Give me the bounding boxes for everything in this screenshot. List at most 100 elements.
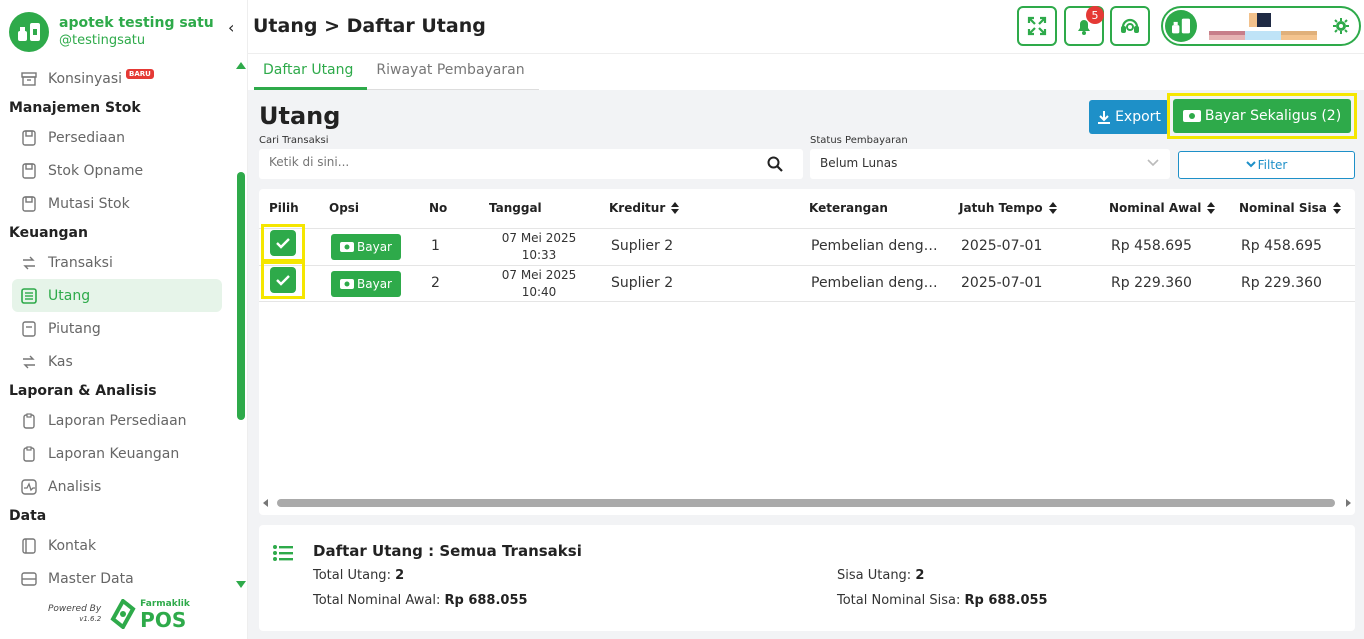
profile-menu[interactable]: [1161, 6, 1361, 46]
farmaklik-icon: [110, 599, 136, 629]
top-header: Utang > Daftar Utang 5: [248, 0, 1364, 54]
status-label: Status Pembayaran: [810, 135, 908, 146]
sisa-utang-value: 2: [915, 568, 925, 583]
cell-nominal-sisa: Rp 229.360: [1241, 275, 1322, 291]
sidebar-item-label: Master Data: [48, 570, 134, 587]
cell-nominal-awal: Rp 458.695: [1111, 238, 1192, 254]
header-nominal-sisa[interactable]: Nominal Sisa: [1239, 201, 1341, 215]
header-keterangan: Keterangan: [809, 201, 888, 215]
box-icon: [20, 70, 38, 88]
headset-icon: [1121, 18, 1139, 33]
section-laporan: Laporan & Analisis: [9, 383, 157, 399]
cell-no: 2: [431, 275, 440, 291]
sidebar-item-konsinyasi[interactable]: Konsinyasi BARU: [0, 62, 222, 95]
cell-nominal-sisa: Rp 458.695: [1241, 238, 1322, 254]
bayar-button[interactable]: Bayar: [331, 234, 401, 260]
report-icon: [20, 445, 38, 463]
pos-label: POS: [140, 608, 187, 632]
filter-button[interactable]: Filter: [1178, 151, 1355, 179]
scroll-down-icon[interactable]: [236, 581, 246, 588]
bayar-button[interactable]: Bayar: [331, 271, 401, 297]
list-icon: [273, 545, 293, 561]
redacted-user-name: [1209, 13, 1317, 40]
table-row[interactable]: Bayar 1 07 Mei 2025 10:33 Suplier 2 Pemb…: [259, 224, 1355, 265]
sidebar-item-master-data[interactable]: Master Data: [0, 562, 222, 595]
section-manajemen-stok: Manajemen Stok: [9, 100, 141, 116]
scroll-right-icon[interactable]: [1346, 499, 1351, 507]
sort-icon: [1207, 202, 1216, 214]
total-awal-value: Rp 688.055: [444, 593, 528, 608]
sidebar-item-kas[interactable]: Kas: [0, 345, 222, 378]
sidebar-scrollbar[interactable]: [236, 62, 246, 588]
scrollbar-thumb[interactable]: [237, 172, 245, 420]
ledger-icon: [20, 287, 38, 305]
sidebar-item-mutasi-stok[interactable]: Mutasi Stok: [0, 187, 222, 220]
tab-daftar-utang[interactable]: Daftar Utang: [254, 56, 368, 90]
money-icon: [340, 279, 354, 289]
sidebar-item-stok-opname[interactable]: Stok Opname: [0, 154, 222, 187]
status-value: Belum Lunas: [820, 156, 898, 170]
header-label: Jatuh Tempo: [959, 201, 1043, 215]
sidebar-item-utang[interactable]: Utang: [12, 279, 222, 312]
scroll-left-icon[interactable]: [263, 499, 268, 507]
cell-date: 07 Mei 2025: [501, 231, 577, 245]
bayar-label: Bayar: [357, 277, 392, 291]
sidebar: apotek testing satu @testingsatu ‹ Konsi…: [0, 0, 248, 639]
sidebar-item-label: Utang: [48, 287, 91, 304]
sidebar-item-persediaan[interactable]: Persediaan: [0, 121, 222, 154]
sidebar-item-transaksi[interactable]: Transaksi: [0, 246, 222, 279]
table-row[interactable]: Bayar 2 07 Mei 2025 10:40 Suplier 2 Pemb…: [259, 261, 1355, 302]
sidebar-item-laporan-persediaan[interactable]: Laporan Persediaan: [0, 404, 222, 437]
powered-by: Powered By v1.6.2 Farmaklik POS: [48, 598, 190, 630]
summary-card: Daftar Utang : Semua Transaksi Total Uta…: [259, 525, 1355, 631]
bayar-sekaligus-label: Bayar Sekaligus (2): [1204, 108, 1342, 124]
sidebar-item-label: Kontak: [48, 537, 97, 554]
cell-jatuh-tempo: 2025-07-01: [961, 238, 1043, 254]
brand-handle: @testingsatu: [59, 33, 146, 48]
tab-bar: Daftar Utang Riwayat Pembayaran: [254, 56, 539, 90]
sidebar-item-piutang[interactable]: Piutang: [0, 312, 222, 345]
header-kreditur[interactable]: Kreditur: [609, 201, 680, 215]
total-nominal-awal: Total Nominal Awal: Rp 688.055: [313, 593, 528, 608]
sort-icon: [671, 202, 680, 214]
cell-tanggal: 07 Mei 2025 10:40: [494, 267, 584, 301]
row-checkbox[interactable]: [270, 230, 296, 256]
total-utang-value: 2: [395, 568, 405, 583]
notification-button[interactable]: 5: [1064, 6, 1104, 46]
tab-riwayat-pembayaran[interactable]: Riwayat Pembayaran: [367, 56, 538, 90]
brand[interactable]: apotek testing satu @testingsatu: [9, 12, 214, 52]
cell-date: 07 Mei 2025: [501, 268, 577, 282]
cash-icon: [20, 353, 38, 371]
table-horizontal-scrollbar[interactable]: [263, 497, 1351, 509]
sidebar-item-label: Piutang: [48, 320, 101, 337]
header-label: Nominal Awal: [1109, 201, 1202, 215]
sidebar-item-label: Konsinyasi: [48, 70, 123, 87]
pharmacy-logo-icon: [9, 12, 49, 52]
sidebar-item-kontak[interactable]: Kontak: [0, 529, 222, 562]
export-button[interactable]: Export: [1089, 100, 1169, 134]
row-checkbox[interactable]: [270, 267, 296, 293]
collapse-sidebar-icon[interactable]: ‹: [228, 18, 234, 37]
header-pilih: Pilih: [269, 201, 299, 215]
money-icon: [1182, 110, 1201, 122]
support-button[interactable]: [1110, 6, 1150, 46]
status-select[interactable]: Belum Lunas: [810, 149, 1170, 179]
inventory-icon: [20, 129, 38, 147]
money-icon: [340, 242, 354, 252]
fullscreen-button[interactable]: [1017, 6, 1057, 46]
new-badge: BARU: [126, 68, 154, 79]
sidebar-item-analisis[interactable]: Analisis: [0, 470, 222, 503]
cell-kreditur: Suplier 2: [611, 238, 674, 254]
sort-icon: [1048, 202, 1057, 214]
header-label: Nominal Sisa: [1239, 201, 1327, 215]
scroll-up-icon[interactable]: [236, 62, 246, 69]
search-input[interactable]: [269, 155, 749, 169]
total-nominal-sisa: Total Nominal Sisa: Rp 688.055: [837, 593, 1048, 608]
sidebar-item-laporan-keuangan[interactable]: Laporan Keuangan: [0, 437, 222, 470]
bayar-sekaligus-button[interactable]: Bayar Sekaligus (2): [1173, 99, 1351, 133]
header-nominal-awal[interactable]: Nominal Awal: [1109, 201, 1216, 215]
scrollbar-thumb[interactable]: [277, 499, 1335, 507]
bayar-sekaligus-highlight: Bayar Sekaligus (2): [1167, 93, 1357, 139]
header-jatuh-tempo[interactable]: Jatuh Tempo: [959, 201, 1057, 215]
total-utang: Total Utang: 2: [313, 568, 404, 583]
